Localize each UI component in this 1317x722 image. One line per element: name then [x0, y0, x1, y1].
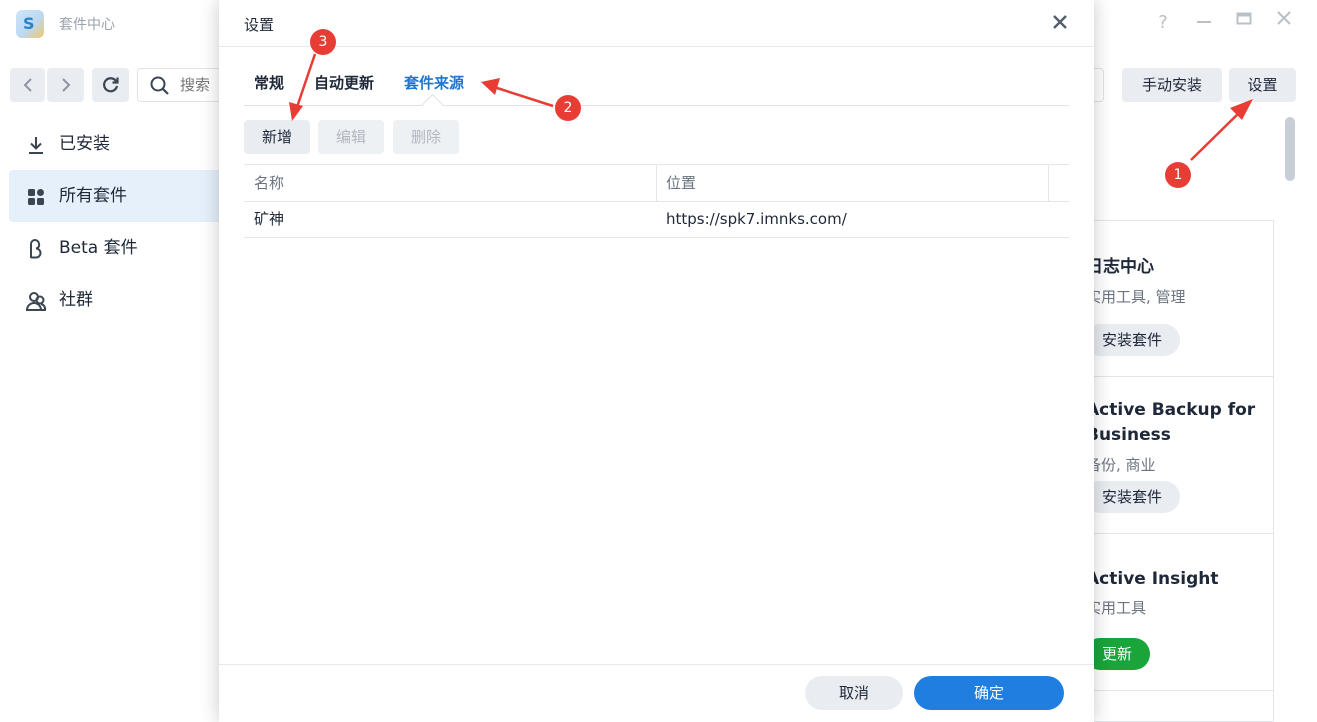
dialog-title: 设置 [244, 16, 275, 34]
settings-button[interactable]: 设置 [1229, 68, 1296, 102]
chevron-left-icon [23, 78, 32, 92]
package-name: Active Backup for Business [1086, 400, 1256, 445]
dialog-close-button[interactable] [1048, 10, 1072, 34]
refresh-button[interactable] [92, 68, 129, 102]
sidebar-item-installed[interactable]: 已安装 [9, 118, 229, 170]
package-card[interactable]: Active Backup for Business 备份, 商业 安装套件 [1084, 377, 1273, 534]
help-icon[interactable]: ? [1152, 12, 1174, 33]
minimize-icon[interactable] [1193, 10, 1215, 31]
maximize-icon[interactable] [1233, 10, 1255, 31]
active-tab-indicator [421, 93, 444, 116]
cancel-button[interactable]: 取消 [805, 676, 903, 710]
sidebar-item-all-packages[interactable]: 所有套件 [9, 170, 229, 222]
footer-divider [219, 664, 1094, 665]
column-header-name[interactable]: 名称 [254, 165, 284, 201]
forward-button[interactable] [47, 68, 84, 102]
refresh-icon [102, 77, 119, 93]
sidebar-item-label: 社群 [59, 290, 93, 310]
close-icon [1053, 15, 1067, 29]
table-row[interactable]: 矿神 https://spk7.imnks.com/ [244, 201, 1069, 238]
ok-button[interactable]: 确定 [914, 676, 1064, 710]
package-center-logo-icon: S [16, 10, 44, 38]
package-card[interactable]: Active Insight 实用工具 更新 [1084, 534, 1273, 691]
sidebar-item-beta[interactable]: Beta 套件 [9, 222, 229, 274]
manual-install-button[interactable]: 手动安装 [1122, 68, 1222, 102]
package-name: Active Insight [1086, 569, 1219, 589]
package-card-list: 日志中心 实用工具, 管理 安装套件 Active Backup for Bus… [1084, 220, 1274, 722]
sidebar-item-community[interactable]: 社群 [9, 274, 229, 326]
package-category: 实用工具 [1086, 599, 1147, 617]
scrollbar[interactable] [1285, 117, 1295, 181]
annotation-badge-3: 3 [310, 29, 336, 55]
source-name-cell: 矿神 [254, 210, 285, 228]
download-icon [29, 137, 43, 154]
app-title: 套件中心 [59, 17, 115, 33]
package-name: 日志中心 [1086, 257, 1154, 277]
grid-icon [28, 189, 44, 205]
annotation-arrow-1 [1190, 99, 1253, 161]
search-icon [150, 76, 169, 95]
chevron-right-icon [61, 78, 70, 92]
table-header: 名称 位置 [244, 164, 1069, 202]
dialog-divider [219, 46, 1094, 47]
package-category: 实用工具, 管理 [1086, 288, 1186, 306]
source-location-cell: https://spk7.imnks.com/ [666, 210, 847, 228]
add-source-button[interactable]: 新增 [244, 120, 310, 154]
sidebar-item-label: Beta 套件 [59, 238, 138, 258]
sidebar-item-label: 已安装 [59, 134, 110, 154]
package-card[interactable]: 日志中心 实用工具, 管理 安装套件 [1084, 221, 1273, 377]
beta-icon [30, 239, 42, 259]
settings-dialog: 设置 常规 自动更新 套件来源 新增 编辑 删除 名称 位置 矿神 https:… [219, 0, 1094, 722]
install-package-button[interactable]: 安装套件 [1084, 481, 1180, 513]
tab-general[interactable]: 常规 [254, 72, 284, 93]
column-header-location[interactable]: 位置 [666, 165, 696, 201]
sidebar-item-label: 所有套件 [59, 186, 127, 206]
column-divider [1048, 165, 1049, 201]
install-package-button[interactable]: 安装套件 [1084, 324, 1180, 356]
delete-source-button[interactable]: 删除 [393, 120, 459, 154]
back-button[interactable] [10, 68, 45, 102]
window-close-icon[interactable] [1273, 10, 1295, 31]
column-divider [656, 165, 657, 201]
annotation-badge-2: 2 [555, 95, 581, 121]
tab-auto-update[interactable]: 自动更新 [314, 72, 374, 93]
tab-bar: 常规 自动更新 套件来源 [244, 62, 1069, 116]
tab-package-sources[interactable]: 套件来源 [404, 72, 464, 93]
community-icon [25, 292, 47, 311]
annotation-badge-1: 1 [1165, 162, 1191, 188]
edit-source-button[interactable]: 编辑 [318, 120, 384, 154]
package-category: 备份, 商业 [1086, 456, 1156, 474]
